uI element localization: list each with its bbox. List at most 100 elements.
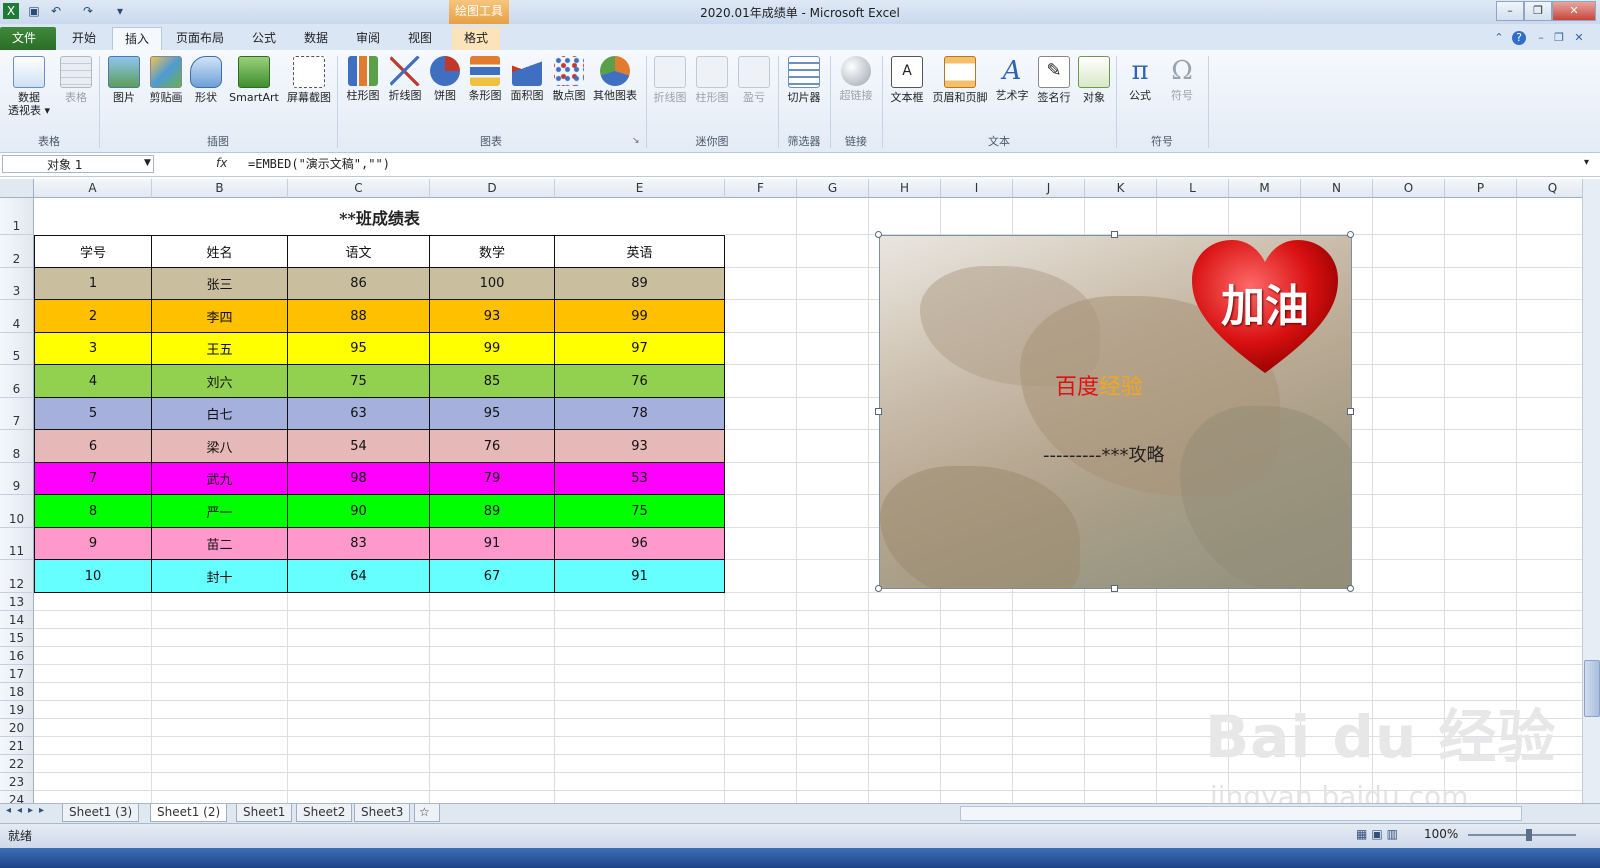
zoom-level[interactable]: 100% bbox=[1424, 827, 1458, 841]
tab-insert[interactable]: 插入 bbox=[112, 27, 163, 52]
sheet-tab[interactable]: Sheet1 (3) bbox=[62, 804, 140, 822]
table-cell[interactable]: 李四 bbox=[152, 300, 288, 333]
table-cell[interactable]: 8 bbox=[34, 495, 152, 528]
sparkline-winloss-button[interactable]: 盈亏 bbox=[734, 54, 774, 126]
table-cell[interactable]: 89 bbox=[555, 268, 725, 300]
table-cell[interactable]: 95 bbox=[430, 398, 555, 430]
table-cell[interactable]: 98 bbox=[288, 463, 430, 495]
column-header-l[interactable]: L bbox=[1157, 179, 1229, 198]
table-cell[interactable]: 6 bbox=[34, 430, 152, 463]
close-button[interactable]: ✕ bbox=[1552, 1, 1596, 21]
zoom-slider[interactable] bbox=[1468, 834, 1576, 836]
table-cell[interactable]: 严一 bbox=[152, 495, 288, 528]
sheet-nav-icons[interactable]: ◂◂▸▸ bbox=[6, 805, 50, 816]
row-header-5[interactable]: 5 bbox=[0, 333, 34, 365]
sparkline-column-button[interactable]: 柱形图 bbox=[692, 54, 732, 126]
tab-home[interactable]: 开始 bbox=[60, 27, 108, 50]
table-cell[interactable]: 91 bbox=[430, 528, 555, 560]
row-header-2[interactable]: 2 bbox=[0, 235, 34, 268]
scatter-chart-button[interactable]: 散点图 bbox=[548, 54, 590, 126]
insert-function-icon[interactable]: fx bbox=[216, 156, 227, 170]
dialog-launcher-icon[interactable]: ↘ bbox=[632, 136, 640, 146]
column-header-k[interactable]: K bbox=[1085, 179, 1157, 198]
row-header-22[interactable]: 22 bbox=[0, 755, 34, 773]
row-header-11[interactable]: 11 bbox=[0, 528, 34, 560]
row-header-24[interactable]: 24 bbox=[0, 791, 34, 803]
table-cell[interactable]: 91 bbox=[555, 560, 725, 593]
row-header-15[interactable]: 15 bbox=[0, 629, 34, 647]
tab-file[interactable]: 文件 bbox=[0, 27, 56, 50]
pie-chart-button[interactable]: 饼图 bbox=[428, 54, 462, 126]
minimize-button[interactable]: – bbox=[1496, 1, 1524, 21]
resize-handle[interactable] bbox=[1111, 585, 1118, 592]
row-header-17[interactable]: 17 bbox=[0, 665, 34, 683]
column-header-d[interactable]: D bbox=[430, 179, 555, 198]
tab-data[interactable]: 数据 bbox=[292, 27, 340, 50]
column-header-f[interactable]: F bbox=[725, 179, 797, 198]
table-cell[interactable]: 96 bbox=[555, 528, 725, 560]
row-header-7[interactable]: 7 bbox=[0, 398, 34, 430]
table-cell[interactable]: 75 bbox=[288, 365, 430, 398]
resize-handle[interactable] bbox=[1347, 231, 1354, 238]
row-header-3[interactable]: 3 bbox=[0, 268, 34, 300]
row-header-9[interactable]: 9 bbox=[0, 463, 34, 495]
table-cell[interactable]: 99 bbox=[555, 300, 725, 333]
table-cell[interactable]: 9 bbox=[34, 528, 152, 560]
row-header-8[interactable]: 8 bbox=[0, 430, 34, 463]
table-cell[interactable]: 苗二 bbox=[152, 528, 288, 560]
table-cell[interactable]: 100 bbox=[430, 268, 555, 300]
column-header-i[interactable]: I bbox=[941, 179, 1013, 198]
table-cell[interactable]: 95 bbox=[288, 333, 430, 365]
formula-input[interactable]: =EMBED("演示文稿","") bbox=[248, 155, 390, 173]
table-cell[interactable]: 86 bbox=[288, 268, 430, 300]
table-cell[interactable]: 78 bbox=[555, 398, 725, 430]
text-box-button[interactable]: A 文本框 bbox=[886, 54, 928, 126]
sparkline-line-button[interactable]: 折线图 bbox=[650, 54, 690, 126]
resize-handle[interactable] bbox=[875, 585, 882, 592]
table-cell[interactable]: 97 bbox=[555, 333, 725, 365]
table-cell[interactable]: 64 bbox=[288, 560, 430, 593]
screenshot-button[interactable]: 屏幕截图 bbox=[284, 54, 334, 126]
row-header-20[interactable]: 20 bbox=[0, 719, 34, 737]
table-cell[interactable]: 张三 bbox=[152, 268, 288, 300]
sheet-tab-active[interactable]: Sheet1 (2) bbox=[150, 804, 228, 822]
row-header-4[interactable]: 4 bbox=[0, 300, 34, 333]
vertical-scroll-thumb[interactable] bbox=[1584, 660, 1600, 717]
doc-restore-icon[interactable]: ❐ bbox=[1552, 31, 1566, 45]
table-cell[interactable]: 67 bbox=[430, 560, 555, 593]
tab-page-layout[interactable]: 页面布局 bbox=[164, 27, 236, 50]
bar-chart-button[interactable]: 条形图 bbox=[464, 54, 506, 126]
column-header-b[interactable]: B bbox=[152, 179, 288, 198]
column-header-h[interactable]: H bbox=[869, 179, 941, 198]
row-header-6[interactable]: 6 bbox=[0, 365, 34, 398]
row-header-10[interactable]: 10 bbox=[0, 495, 34, 528]
column-header-m[interactable]: M bbox=[1229, 179, 1301, 198]
column-header-q[interactable]: Q bbox=[1517, 179, 1582, 198]
collapse-ribbon-icon[interactable]: ⌃ bbox=[1492, 31, 1506, 45]
table-cell[interactable]: 白七 bbox=[152, 398, 288, 430]
table-cell[interactable]: 99 bbox=[430, 333, 555, 365]
column-header-j[interactable]: J bbox=[1013, 179, 1085, 198]
other-charts-button[interactable]: 其他图表 bbox=[590, 54, 640, 126]
row-header-23[interactable]: 23 bbox=[0, 773, 34, 791]
column-header-c[interactable]: C bbox=[288, 179, 430, 198]
slicer-button[interactable]: 切片器 bbox=[782, 54, 826, 126]
column-header-p[interactable]: P bbox=[1445, 179, 1517, 198]
column-header-g[interactable]: G bbox=[797, 179, 869, 198]
table-cell[interactable]: 90 bbox=[288, 495, 430, 528]
table-cell[interactable]: 88 bbox=[288, 300, 430, 333]
resize-handle[interactable] bbox=[875, 408, 882, 415]
tab-review[interactable]: 审阅 bbox=[344, 27, 392, 50]
sheet-tab[interactable]: Sheet2 bbox=[296, 804, 353, 822]
sheet-tab[interactable]: Sheet3 bbox=[354, 804, 411, 822]
table-cell[interactable]: 3 bbox=[34, 333, 152, 365]
table-cell[interactable]: 93 bbox=[430, 300, 555, 333]
doc-minimize-icon[interactable]: – bbox=[1534, 31, 1548, 45]
table-cell[interactable]: 93 bbox=[555, 430, 725, 463]
smartart-button[interactable]: SmartArt bbox=[228, 54, 280, 126]
redo-icon[interactable]: ↷ bbox=[80, 3, 96, 19]
line-chart-button[interactable]: 折线图 bbox=[384, 54, 426, 126]
table-cell[interactable]: 王五 bbox=[152, 333, 288, 365]
table-cell[interactable]: 89 bbox=[430, 495, 555, 528]
row-header-16[interactable]: 16 bbox=[0, 647, 34, 665]
